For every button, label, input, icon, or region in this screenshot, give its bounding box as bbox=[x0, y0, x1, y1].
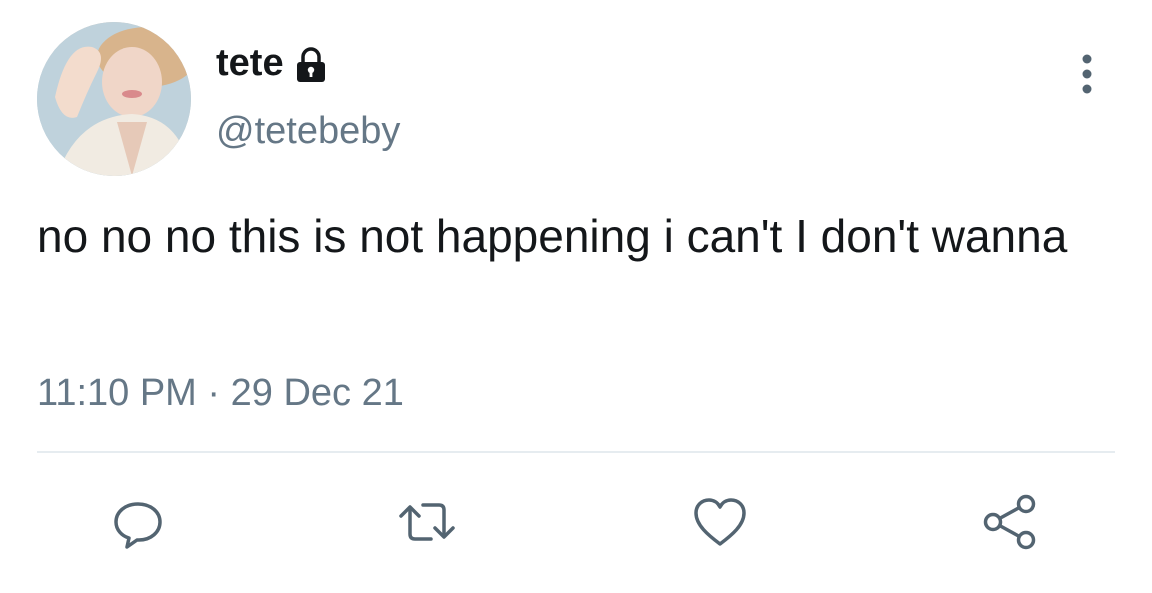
meta-separator: · bbox=[207, 372, 221, 414]
author-name: tete bbox=[216, 42, 284, 84]
tweet-text: no no no this is not happening i can't I… bbox=[37, 210, 1068, 262]
like-button[interactable] bbox=[690, 492, 750, 552]
avatar[interactable] bbox=[37, 22, 191, 176]
author-name-row[interactable]: tete bbox=[216, 42, 330, 85]
heart-icon bbox=[694, 498, 746, 546]
lock-icon bbox=[292, 46, 330, 84]
reply-icon bbox=[114, 502, 162, 549]
avatar-image bbox=[37, 22, 191, 176]
tweet-meta: 11:10 PM · 29 Dec 21 bbox=[37, 372, 404, 415]
more-vertical-icon[interactable] bbox=[1072, 53, 1102, 95]
tweet-date[interactable]: 29 Dec 21 bbox=[231, 372, 404, 414]
divider bbox=[37, 451, 1115, 453]
tweet-time[interactable]: 11:10 PM bbox=[37, 372, 197, 414]
retweet-icon bbox=[399, 503, 455, 541]
reply-button[interactable] bbox=[108, 492, 168, 552]
share-button[interactable] bbox=[979, 492, 1039, 552]
author-handle[interactable]: @tetebeby bbox=[216, 110, 400, 153]
retweet-button[interactable] bbox=[397, 492, 457, 552]
share-icon bbox=[983, 494, 1036, 550]
